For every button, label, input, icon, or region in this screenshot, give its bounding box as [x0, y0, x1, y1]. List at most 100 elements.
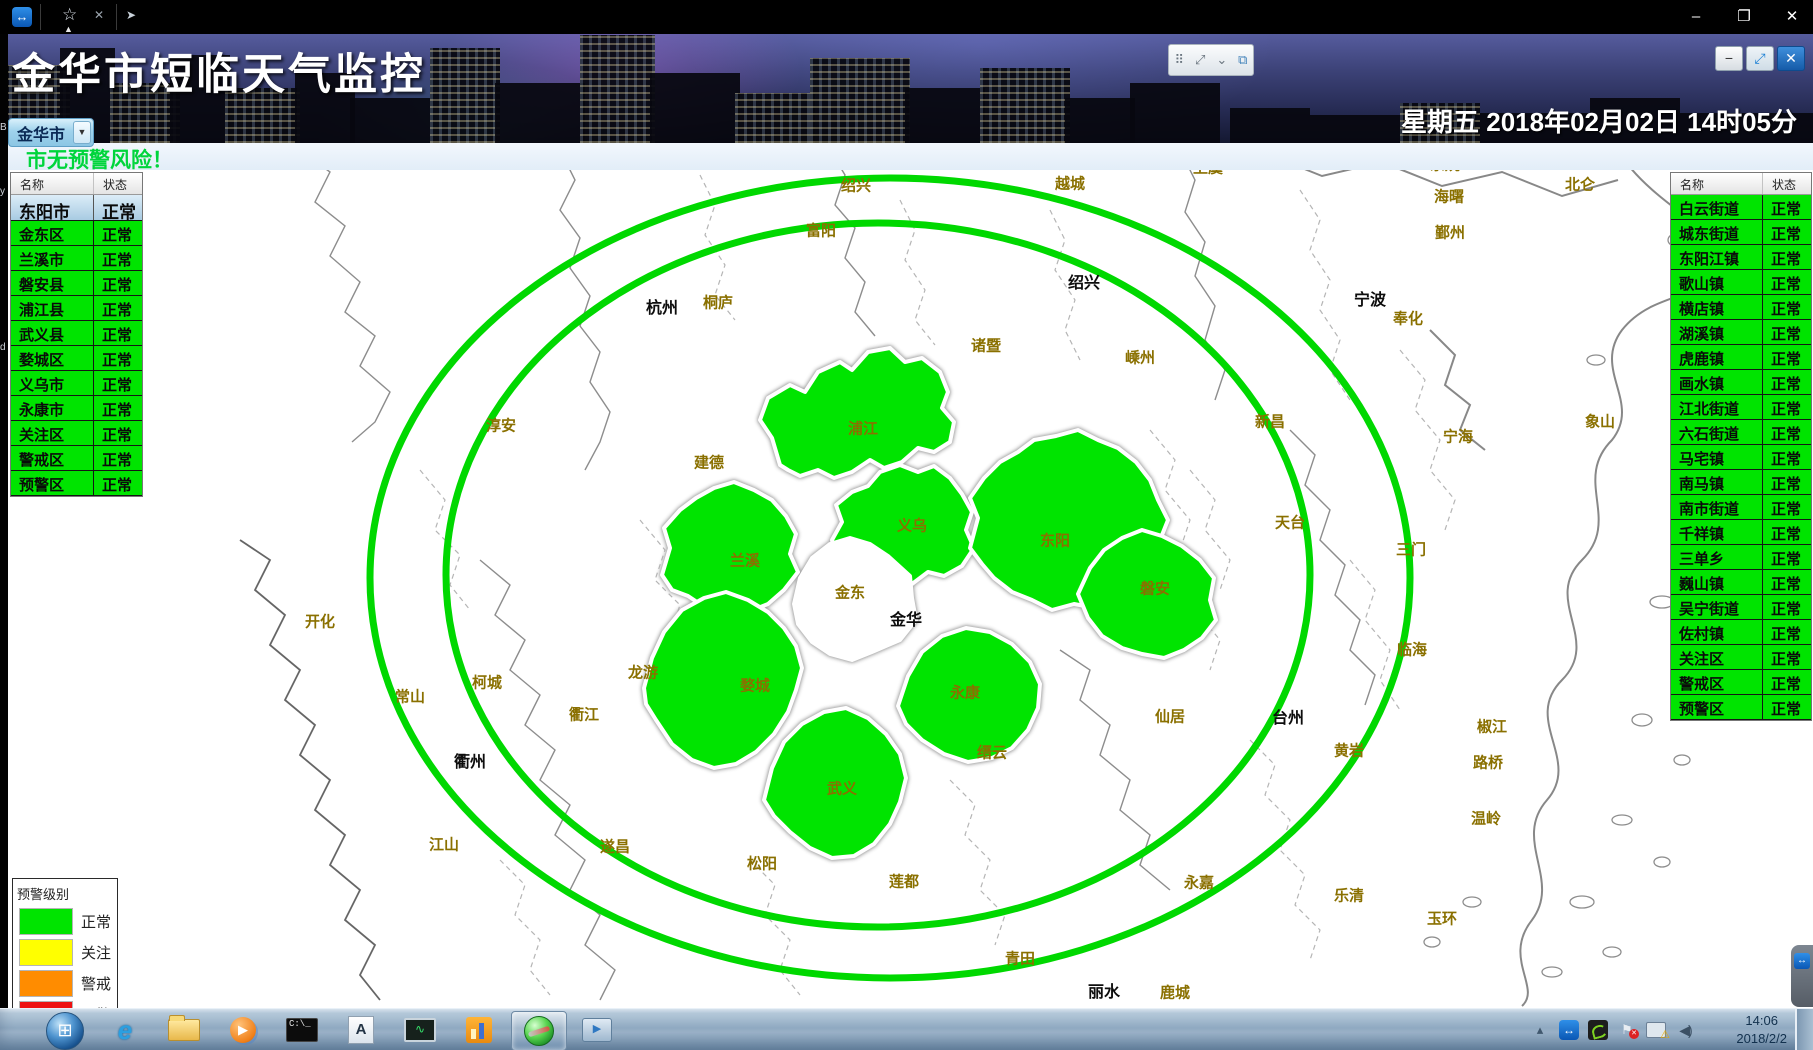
cell-status: 正常: [1763, 620, 1809, 644]
cell-status: 正常: [1763, 220, 1809, 244]
table-row[interactable]: 六石街道正常: [1671, 420, 1811, 445]
table-row[interactable]: 武义县正常: [11, 321, 142, 346]
skyline-building: [1130, 83, 1220, 143]
table-row[interactable]: 预警区正常: [1671, 695, 1811, 720]
app-resize-icon[interactable]: ⤢: [1746, 46, 1774, 71]
taskbar-app-system-monitor[interactable]: ∿: [393, 1011, 447, 1049]
taskbar-app-internet-explorer[interactable]: e: [98, 1011, 152, 1049]
column-header-status[interactable]: 状态: [1763, 173, 1809, 194]
grid-icon[interactable]: ⠿: [1174, 52, 1184, 68]
cell-name: 婺城区: [11, 346, 94, 370]
caret-up-icon: ▲: [64, 24, 73, 34]
table-row[interactable]: 金东区正常: [11, 221, 142, 246]
teamviewer-icon[interactable]: ↔: [1559, 1020, 1579, 1040]
table-row[interactable]: 南马镇正常: [1671, 470, 1811, 495]
table-row[interactable]: 警戒区正常: [1671, 670, 1811, 695]
map-label: 台州: [1272, 704, 1304, 728]
start-button[interactable]: ⊞: [46, 1012, 84, 1050]
taskbar-app-media-app[interactable]: ▶: [570, 1011, 624, 1049]
map-label: 绍兴: [841, 175, 871, 196]
table-row[interactable]: 警戒区正常: [11, 446, 142, 471]
cell-name: 南马镇: [1671, 470, 1763, 494]
star-icon[interactable]: ☆: [62, 5, 77, 25]
taskbar-app-windows-explorer[interactable]: [157, 1011, 211, 1049]
skyline-building: [980, 68, 1070, 143]
show-desktop-button[interactable]: [1795, 1009, 1813, 1050]
table-row[interactable]: 磐安县正常: [11, 271, 142, 296]
table-row[interactable]: 兰溪市正常: [11, 246, 142, 271]
close-button[interactable]: ✕: [1781, 6, 1803, 28]
teamviewer-icon: ↔: [1794, 953, 1810, 969]
cell-name: 兰溪市: [11, 246, 94, 270]
hidden-icons-arrow[interactable]: ▴: [1530, 1022, 1550, 1038]
close-tab-icon[interactable]: ✕: [94, 8, 104, 22]
cell-name: 城东街道: [1671, 220, 1763, 244]
table-row[interactable]: 白云街道正常: [1671, 195, 1811, 220]
taskbar-clock[interactable]: 14:06 2018/2/2: [1736, 1012, 1787, 1048]
table-row[interactable]: 关注区正常: [11, 421, 142, 446]
table-row[interactable]: 歌山镇正常: [1671, 270, 1811, 295]
taskbar-app-chart-app[interactable]: [452, 1011, 506, 1049]
city-selector-dropdown[interactable]: 金华市 ▼: [8, 118, 94, 147]
column-header-name[interactable]: 名称: [1671, 173, 1763, 194]
action-center-flag-icon[interactable]: ⚑✕: [1617, 1022, 1637, 1038]
remote-session-toolbar[interactable]: ⠿ ⤢ ⌄ ⧉: [1168, 44, 1254, 76]
table-row[interactable]: 虎鹿镇正常: [1671, 345, 1811, 370]
table-row[interactable]: 横店镇正常: [1671, 295, 1811, 320]
column-header-status[interactable]: 状态: [94, 173, 140, 194]
table-row[interactable]: 三单乡正常: [1671, 545, 1811, 570]
legend-item: 正常: [13, 906, 117, 937]
table-row[interactable]: 婺城区正常: [11, 346, 142, 371]
minimize-button[interactable]: –: [1685, 6, 1707, 28]
cell-status: 正常: [94, 446, 140, 470]
table-row[interactable]: 东阳江镇正常: [1671, 245, 1811, 270]
maximize-button[interactable]: ❐: [1733, 6, 1755, 28]
chevron-down-icon[interactable]: ▼: [73, 121, 91, 144]
table-row[interactable]: 义乌市正常: [11, 371, 142, 396]
app-window-controls: − ⤢ ✕: [1715, 46, 1805, 71]
table-row[interactable]: 千祥镇正常: [1671, 520, 1811, 545]
cell-status: 正常: [1763, 245, 1809, 269]
taskbar-app-font-viewer[interactable]: A: [334, 1011, 388, 1049]
taskbar-app-media-player[interactable]: ▶: [216, 1011, 270, 1049]
table-row[interactable]: 马宅镇正常: [1671, 445, 1811, 470]
forward-icon[interactable]: ➤: [126, 8, 136, 22]
table-row[interactable]: 东阳市正常: [11, 195, 142, 221]
chevron-down-icon[interactable]: ⌄: [1216, 52, 1227, 68]
app-close-button[interactable]: ✕: [1777, 46, 1805, 71]
map-label: 兰溪: [730, 550, 760, 571]
table-row[interactable]: 佐村镇正常: [1671, 620, 1811, 645]
cell-status: 正常: [1763, 370, 1809, 394]
table-row[interactable]: 南市街道正常: [1671, 495, 1811, 520]
table-row[interactable]: 巍山镇正常: [1671, 570, 1811, 595]
map-label: 武义: [827, 778, 857, 799]
cell-status: 正常: [1763, 545, 1809, 569]
cell-status: 正常: [94, 321, 140, 345]
legend-swatch: [19, 970, 73, 997]
table-row[interactable]: 城东街道正常: [1671, 220, 1811, 245]
map-label: 常山: [395, 686, 425, 707]
nvidia-icon[interactable]: [1588, 1020, 1608, 1040]
teamviewer-side-handle[interactable]: ↔: [1791, 945, 1813, 1007]
column-header-name[interactable]: 名称: [11, 173, 94, 194]
speaker-icon[interactable]: ◀): [1675, 1022, 1695, 1039]
resize-icon[interactable]: ⤢: [1195, 52, 1205, 68]
table-row[interactable]: 关注区正常: [1671, 645, 1811, 670]
table-row[interactable]: 吴宁街道正常: [1671, 595, 1811, 620]
taskbar-app-command-prompt[interactable]: C:\_: [275, 1011, 329, 1049]
taskbar-app-weather-map-app[interactable]: [511, 1011, 567, 1050]
teamviewer-icon[interactable]: ↔: [12, 7, 32, 27]
map-label: 海曙: [1434, 186, 1464, 207]
table-row[interactable]: 湖溪镇正常: [1671, 320, 1811, 345]
table-row[interactable]: 永康市正常: [11, 396, 142, 421]
table-row[interactable]: 画水镇正常: [1671, 370, 1811, 395]
table-row[interactable]: 预警区正常: [11, 471, 142, 496]
table-row[interactable]: 江北街道正常: [1671, 395, 1811, 420]
ie-icon: e: [118, 1015, 132, 1046]
table-row[interactable]: 浦江县正常: [11, 296, 142, 321]
map-label: 越城: [1055, 173, 1085, 194]
app-minimize-button[interactable]: −: [1715, 46, 1743, 71]
network-warning-icon[interactable]: ⚠: [1646, 1022, 1666, 1038]
cell-status: 正常: [1763, 420, 1809, 444]
monitor-icon[interactable]: ⧉: [1238, 52, 1247, 68]
